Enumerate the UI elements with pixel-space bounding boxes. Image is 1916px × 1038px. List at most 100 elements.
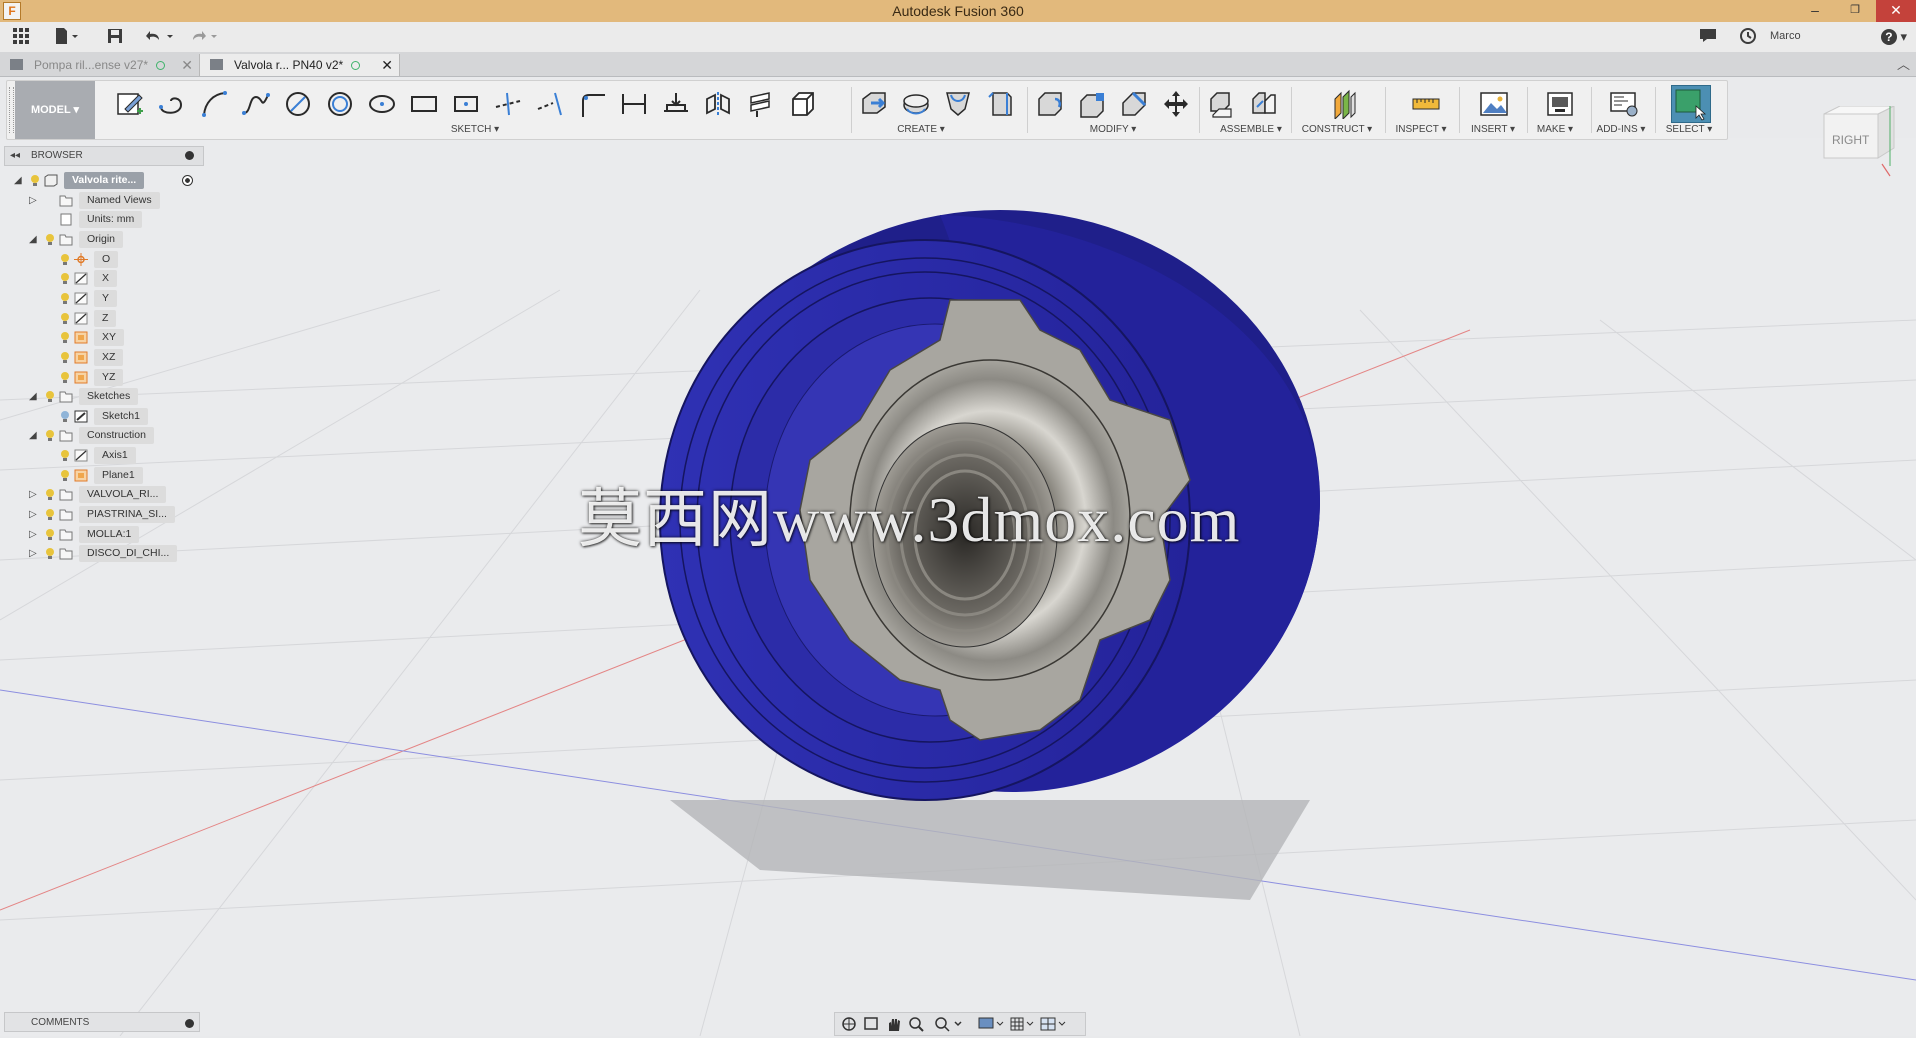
3d-print-icon[interactable] (1545, 89, 1575, 119)
inspect-menu[interactable]: INSPECT ▾ (1396, 124, 1447, 135)
browser-node[interactable]: X (4, 270, 204, 288)
expand-arrow-icon[interactable]: ▷ (29, 509, 40, 520)
visibility-bulb-icon[interactable] (45, 547, 55, 561)
fit-zoom-icon[interactable] (935, 1017, 962, 1032)
browser-node[interactable]: XZ (4, 348, 204, 367)
circle-icon[interactable] (283, 89, 313, 119)
chamfer-icon[interactable] (1119, 89, 1149, 119)
mirror-icon[interactable] (703, 89, 733, 119)
expand-arrow-icon[interactable]: ▷ (29, 529, 40, 540)
joint-icon[interactable] (1249, 89, 1279, 119)
move-icon[interactable] (1161, 89, 1191, 119)
insert-image-icon[interactable] (1479, 89, 1509, 119)
arc-icon[interactable] (199, 89, 229, 119)
sketch-dimension-icon[interactable] (619, 89, 649, 119)
pin-panel-icon[interactable] (185, 151, 194, 160)
browser-node[interactable]: Units: mm (4, 211, 204, 229)
data-panel-grid-icon[interactable] (10, 27, 32, 47)
scripts-addins-icon[interactable] (1609, 89, 1639, 119)
collapse-ribbon-icon[interactable]: ︿ (1897, 54, 1910, 73)
visibility-bulb-icon[interactable] (60, 253, 70, 267)
browser-node[interactable]: ▷ PIASTRINA_SI... (4, 506, 204, 524)
expand-arrow-icon[interactable]: ▷ (29, 489, 40, 500)
visibility-bulb-icon[interactable] (45, 429, 55, 443)
revolve-icon[interactable] (901, 89, 931, 119)
browser-node[interactable]: XY (4, 329, 204, 347)
collapse-arrow-icon[interactable]: ◢ (14, 175, 25, 186)
visibility-bulb-icon[interactable] (60, 292, 70, 306)
stop-sketch-icon[interactable] (745, 89, 775, 119)
insert-menu[interactable]: INSERT ▾ (1471, 124, 1515, 135)
viewcube[interactable]: RIGHT (1820, 102, 1902, 178)
loft-icon[interactable] (985, 89, 1015, 119)
sketch-palette-icon[interactable] (787, 89, 817, 119)
polygon-circle-icon[interactable] (325, 89, 355, 119)
job-status-icon[interactable] (1698, 27, 1718, 47)
browser-node[interactable]: Z (4, 309, 204, 328)
history-clock-icon[interactable] (1738, 27, 1758, 47)
browser-node[interactable]: ◢ Sketches (4, 388, 204, 406)
browser-node[interactable]: ◢ Valvola rite... (4, 172, 204, 190)
visibility-bulb-icon[interactable] (60, 331, 70, 345)
tab-valvola[interactable]: Valvola r... PN40 v2* ✕ (200, 54, 400, 76)
visibility-bulb-icon[interactable] (60, 469, 70, 483)
visibility-bulb-icon[interactable] (60, 312, 70, 326)
collapse-arrow-icon[interactable]: ◢ (29, 430, 40, 441)
browser-node[interactable]: ◢ Construction (4, 427, 204, 445)
offset-plane-icon[interactable] (1329, 89, 1359, 121)
browser-node[interactable]: ▷ VALVOLA_RI... (4, 486, 204, 504)
browser-node[interactable]: ▷ MOLLA:1 (4, 525, 204, 544)
expand-arrow-icon[interactable]: ▷ (29, 548, 40, 559)
project-icon[interactable] (661, 89, 691, 119)
user-name[interactable]: Marco (1770, 30, 1801, 42)
new-component-icon[interactable] (1207, 89, 1237, 119)
ellipse-icon[interactable] (367, 89, 397, 119)
viewports-icon[interactable] (1040, 1017, 1066, 1031)
visibility-bulb-icon[interactable] (60, 272, 70, 286)
collapse-arrow-icon[interactable]: ◢ (29, 234, 40, 245)
display-settings-icon[interactable] (978, 1017, 1004, 1029)
close-window-button[interactable]: ✕ (1876, 0, 1916, 22)
sketch-menu[interactable]: SKETCH ▾ (451, 124, 499, 135)
visibility-bulb-icon[interactable] (45, 233, 55, 247)
browser-node[interactable]: O (4, 250, 204, 269)
close-tab-icon[interactable]: ✕ (381, 54, 393, 76)
extend-icon[interactable] (535, 89, 565, 119)
expand-arrow-icon[interactable]: ▷ (29, 195, 40, 206)
look-at-icon[interactable] (864, 1017, 878, 1030)
restore-button[interactable]: ❐ (1840, 0, 1870, 22)
pin-comments-icon[interactable] (185, 1019, 194, 1028)
select-tool-button[interactable] (1671, 85, 1711, 123)
press-pull-icon[interactable] (1035, 89, 1065, 119)
collapse-panel-icon[interactable]: ◂◂ (10, 147, 20, 165)
extrude-icon[interactable] (859, 89, 889, 119)
create-sketch-icon[interactable] (115, 89, 145, 119)
visibility-bulb-icon[interactable] (45, 390, 55, 404)
visibility-bulb-icon[interactable] (60, 449, 70, 463)
modify-menu[interactable]: MODIFY ▾ (1090, 124, 1137, 135)
comments-panel[interactable]: COMMENTS (4, 1012, 200, 1032)
visibility-bulb-icon[interactable] (60, 410, 70, 424)
trim-icon[interactable] (493, 89, 523, 119)
visibility-bulb-icon[interactable] (45, 488, 55, 502)
make-menu[interactable]: MAKE ▾ (1537, 124, 1573, 135)
collapse-arrow-icon[interactable]: ◢ (29, 391, 40, 402)
browser-node[interactable]: ▷ Named Views (4, 191, 204, 210)
redo-icon[interactable] (188, 27, 222, 47)
visibility-bulb-icon[interactable] (30, 174, 40, 188)
spline-icon[interactable] (241, 89, 271, 119)
workspace-switcher[interactable]: MODEL ▾ (15, 81, 95, 139)
addins-menu[interactable]: ADD-INS ▾ (1597, 124, 1646, 135)
fillet-sketch-icon[interactable] (577, 89, 607, 119)
visibility-bulb-icon[interactable] (60, 371, 70, 385)
sweep-icon[interactable] (943, 89, 973, 119)
close-tab-icon[interactable]: ✕ (181, 54, 193, 76)
select-menu[interactable]: SELECT ▾ (1666, 124, 1713, 135)
grid-settings-icon[interactable] (1010, 1017, 1034, 1031)
visibility-bulb-icon[interactable] (45, 508, 55, 522)
help-icon[interactable]: ? ▾ (1878, 27, 1910, 47)
file-menu-icon[interactable] (52, 27, 82, 47)
undo-icon[interactable] (144, 27, 178, 47)
fillet-icon[interactable] (1077, 89, 1107, 119)
center-rectangle-icon[interactable] (451, 89, 481, 119)
